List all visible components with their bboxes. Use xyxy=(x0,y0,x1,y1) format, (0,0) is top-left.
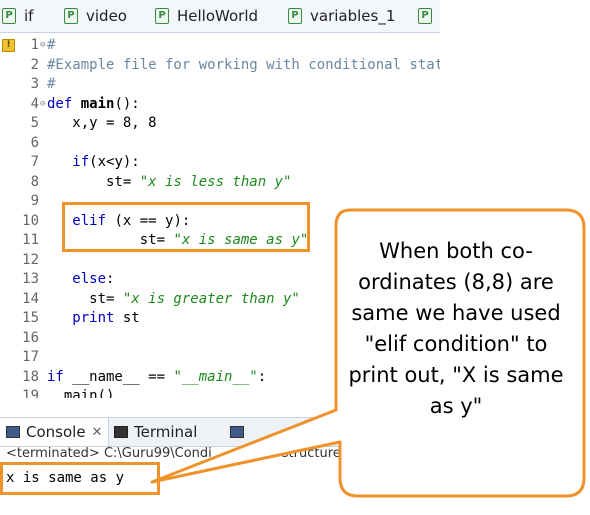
tab-helloworld[interactable]: P HelloWorld xyxy=(155,0,258,32)
line-number: 2 xyxy=(30,56,39,73)
code-text: # xyxy=(47,76,56,92)
python-file-icon: P xyxy=(64,8,78,24)
line-number: 13 xyxy=(22,271,39,287)
line-number: 9 xyxy=(30,193,39,209)
code-text: if __name__ == "__main__": xyxy=(47,368,267,385)
line-number: 14 xyxy=(22,290,39,307)
tab-label: if xyxy=(24,7,34,25)
line-number: 19 xyxy=(22,388,39,398)
callout-line: ordinates (8,8) are xyxy=(358,270,554,294)
code-text: if(x<y): xyxy=(47,154,140,170)
other-tab-label: ns xyxy=(290,423,308,441)
tab-variables-1[interactable]: P variables_1 xyxy=(288,0,395,32)
line-number: 7 xyxy=(30,154,39,170)
line-number: 8 xyxy=(30,173,39,190)
editor-tab-bar: P if P video P HelloWorld P variables_1 … xyxy=(0,0,440,33)
line-number: 4 xyxy=(30,95,39,112)
code-text: else: xyxy=(47,271,115,287)
callout-line: same we have used xyxy=(351,301,561,325)
terminal-icon xyxy=(114,426,128,438)
callout-line: as y" xyxy=(429,394,483,418)
code-line[interactable]: 2 #Example file for working with conditio… xyxy=(0,55,440,75)
close-icon[interactable]: ✕ xyxy=(92,425,103,440)
code-line[interactable]: 3 # xyxy=(0,74,440,94)
code-line[interactable]: ! 1 ⊖ # xyxy=(0,35,440,55)
tab-console[interactable]: Console ✕ xyxy=(0,418,110,446)
tab-label: variables_1 xyxy=(310,7,396,25)
code-text: x,y = 8, 8 xyxy=(47,115,157,131)
tab-label: HelloWorld xyxy=(177,7,259,25)
line-number: 17 xyxy=(22,349,39,365)
code-text: st= "x is less than y" xyxy=(47,173,292,190)
tab-if[interactable]: P if xyxy=(2,0,33,32)
line-number: 5 xyxy=(30,115,39,131)
python-file-icon: P xyxy=(155,8,169,24)
callout-line: "elif condition" to xyxy=(364,332,548,356)
console-icon xyxy=(6,426,20,438)
view-icon xyxy=(230,426,244,438)
code-line[interactable]: 7 if(x<y): xyxy=(0,152,440,172)
code-text: print st xyxy=(47,310,140,326)
python-file-icon: P xyxy=(2,8,16,24)
line-number: 10 xyxy=(22,212,39,229)
code-line[interactable]: 5 x,y = 8, 8 xyxy=(0,113,440,133)
fold-toggle-icon[interactable]: ⊖ xyxy=(40,35,45,55)
code-text: def main(): xyxy=(47,95,140,112)
code-line[interactable]: 8 st= "x is less than y" xyxy=(0,172,440,192)
line-number: 11 xyxy=(22,232,39,248)
tab-c[interactable]: P c xyxy=(418,0,440,32)
line-number: 1 xyxy=(30,37,39,53)
tab-terminal[interactable]: Terminal xyxy=(114,418,197,446)
code-line[interactable]: 6 xyxy=(0,133,440,153)
elif-highlight-box xyxy=(62,202,310,252)
python-file-icon: P xyxy=(288,8,302,24)
tab-other[interactable]: ns xyxy=(230,418,307,446)
tab-label: video xyxy=(86,7,127,25)
callout-line: print out, "X is same xyxy=(348,363,564,387)
code-text: #Example file for working with condition… xyxy=(47,56,440,73)
terminated-file: structures.py xyxy=(281,446,368,461)
callout-line: When both co- xyxy=(379,239,533,263)
line-number: 12 xyxy=(22,251,39,268)
console-tab-label: Console xyxy=(26,423,86,441)
output-highlight-box xyxy=(0,462,160,495)
callout-text: When both co- ordinates (8,8) are same w… xyxy=(334,236,578,422)
code-text: main() xyxy=(47,388,115,398)
line-number: 6 xyxy=(30,134,39,151)
fold-toggle-icon[interactable]: ⊖ xyxy=(40,94,45,114)
code-text: st= "x is greater than y" xyxy=(47,290,300,307)
tab-video[interactable]: P video xyxy=(64,0,127,32)
line-number: 3 xyxy=(30,76,39,92)
terminated-status: <terminated> C:\Guru99\Condi structures.p… xyxy=(6,446,368,461)
terminated-path: <terminated> C:\Guru99\Condi xyxy=(6,446,212,461)
line-number: 18 xyxy=(22,368,39,385)
code-text: # xyxy=(47,37,56,53)
terminal-tab-label: Terminal xyxy=(134,423,198,441)
python-file-icon: P xyxy=(418,8,432,24)
line-number: 15 xyxy=(22,310,39,326)
line-number: 16 xyxy=(22,329,39,346)
code-line[interactable]: 4 ⊖ def main(): xyxy=(0,94,440,114)
